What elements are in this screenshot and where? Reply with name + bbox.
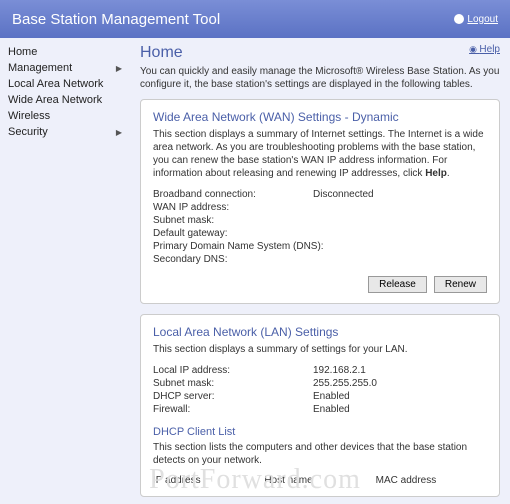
dhcp-description: This section lists the computers and oth…	[153, 441, 487, 467]
table-row: Firewall:Enabled	[153, 403, 487, 416]
table-row: Primary Domain Name System (DNS):	[153, 240, 487, 253]
col-ip: IP address	[153, 475, 264, 486]
dhcp-title: DHCP Client List	[153, 426, 487, 438]
wan-description: This section displays a summary of Inter…	[153, 128, 487, 180]
wan-panel: Wide Area Network (WAN) Settings - Dynam…	[140, 99, 500, 304]
table-row: Subnet mask:255.255.255.0	[153, 377, 487, 390]
content: Home Help You can quickly and easily man…	[130, 38, 510, 504]
table-row: Default gateway:	[153, 227, 487, 240]
sidebar: Home Management▶ Local Area Network Wide…	[0, 38, 130, 504]
table-row: DHCP server:Enabled	[153, 390, 487, 403]
app-title: Base Station Management Tool	[12, 11, 220, 28]
logout-icon	[454, 14, 464, 24]
sidebar-item-security[interactable]: Security▶	[0, 124, 130, 140]
table-row: WAN IP address:	[153, 201, 487, 214]
sidebar-item-wan[interactable]: Wide Area Network	[0, 92, 130, 108]
col-host: Host name	[264, 475, 375, 486]
table-row: Broadband connection:Disconnected	[153, 188, 487, 201]
sidebar-item-home[interactable]: Home	[0, 44, 130, 60]
page-title: Home	[140, 44, 183, 62]
sidebar-item-wireless[interactable]: Wireless	[0, 108, 130, 124]
dhcp-table-header: IP address Host name MAC address	[153, 475, 487, 486]
logout-label: Logout	[467, 14, 498, 25]
sidebar-item-lan[interactable]: Local Area Network	[0, 76, 130, 92]
wan-title: Wide Area Network (WAN) Settings - Dynam…	[153, 110, 487, 124]
chevron-right-icon: ▶	[116, 64, 122, 73]
renew-button[interactable]: Renew	[434, 276, 487, 293]
lan-description: This section displays a summary of setti…	[153, 343, 487, 356]
col-mac: MAC address	[376, 475, 487, 486]
table-row: Local IP address:192.168.2.1	[153, 364, 487, 377]
lan-panel: Local Area Network (LAN) Settings This s…	[140, 314, 500, 497]
chevron-right-icon: ▶	[116, 128, 122, 137]
help-link[interactable]: Help	[469, 44, 500, 55]
sidebar-item-management[interactable]: Management▶	[0, 60, 130, 76]
table-row: Subnet mask:	[153, 214, 487, 227]
lan-title: Local Area Network (LAN) Settings	[153, 325, 487, 339]
lan-table: Local IP address:192.168.2.1 Subnet mask…	[153, 364, 487, 416]
logout-link[interactable]: Logout	[454, 14, 498, 25]
release-button[interactable]: Release	[368, 276, 427, 293]
page-description: You can quickly and easily manage the Mi…	[140, 65, 500, 91]
wan-table: Broadband connection:Disconnected WAN IP…	[153, 188, 487, 266]
table-row: Secondary DNS:	[153, 253, 487, 266]
